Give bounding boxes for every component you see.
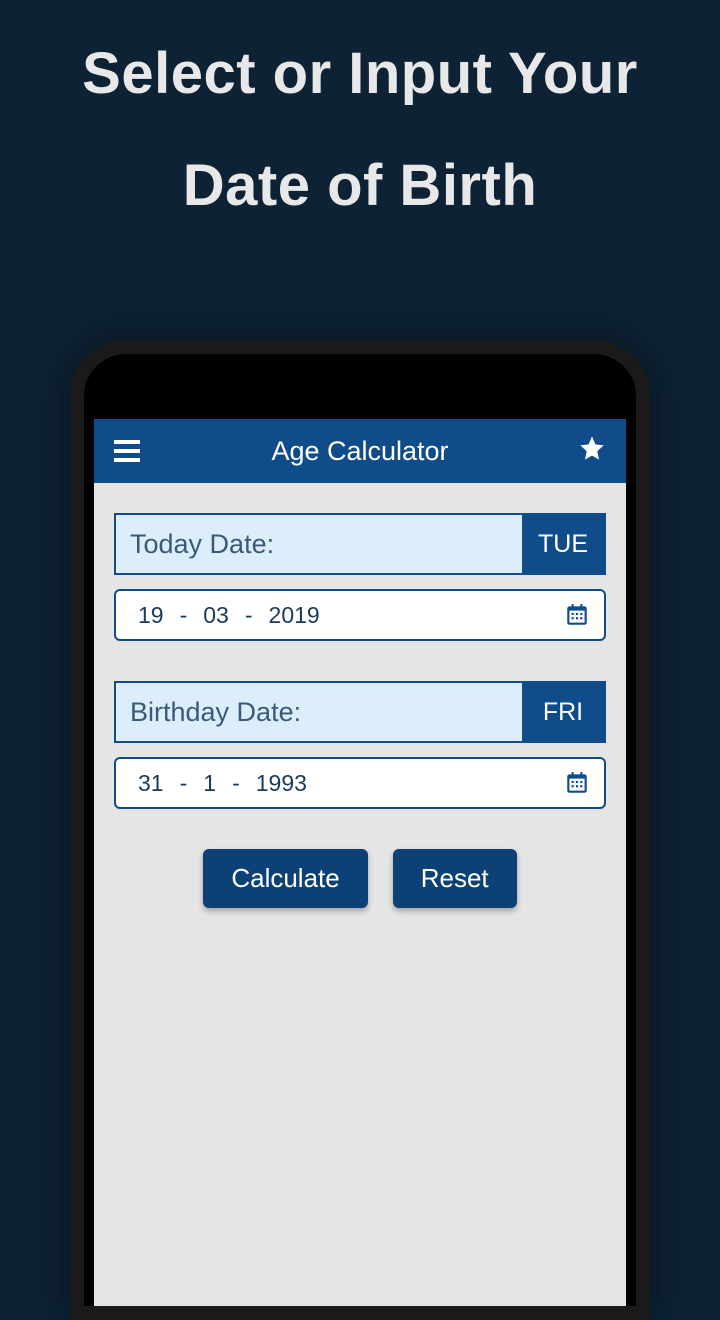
today-label: Today Date: (116, 515, 522, 573)
birthday-label: Birthday Date: (116, 683, 522, 741)
separator: - (237, 602, 261, 629)
birthday-month: 1 (195, 770, 224, 797)
birthday-date-input[interactable]: 31 - 1 - 1993 (114, 757, 606, 809)
headline-line1: Select or Input Your (0, 40, 720, 107)
phone-inner: Age Calculator Today Date: TUE 19 - 03 - (84, 354, 636, 1306)
calculate-button[interactable]: Calculate (203, 849, 367, 908)
today-date-input[interactable]: 19 - 03 - 2019 (114, 589, 606, 641)
content-area: Today Date: TUE 19 - 03 - 2019 (94, 483, 626, 938)
calendar-icon[interactable] (564, 602, 590, 628)
today-section: Today Date: TUE 19 - 03 - 2019 (114, 513, 606, 641)
app-bar: Age Calculator (94, 419, 626, 483)
app-title: Age Calculator (271, 436, 448, 467)
button-row: Calculate Reset (114, 849, 606, 908)
separator: - (172, 770, 196, 797)
headline-line2: Date of Birth (0, 152, 720, 219)
today-day-badge: TUE (522, 515, 604, 573)
separator: - (172, 602, 196, 629)
phone-frame: Age Calculator Today Date: TUE 19 - 03 - (70, 340, 650, 1320)
birthday-label-row: Birthday Date: FRI (114, 681, 606, 743)
reset-button[interactable]: Reset (393, 849, 517, 908)
menu-icon[interactable] (114, 440, 140, 462)
today-label-row: Today Date: TUE (114, 513, 606, 575)
birthday-section: Birthday Date: FRI 31 - 1 - 1993 (114, 681, 606, 809)
separator: - (224, 770, 248, 797)
today-day: 19 (130, 602, 172, 629)
birthday-day: 31 (130, 770, 172, 797)
promo-headline: Select or Input Your Date of Birth (0, 0, 720, 219)
calendar-icon[interactable] (564, 770, 590, 796)
app-screen: Age Calculator Today Date: TUE 19 - 03 - (94, 419, 626, 1306)
today-month: 03 (195, 602, 237, 629)
today-year: 2019 (261, 602, 328, 629)
birthday-year: 1993 (248, 770, 315, 797)
star-icon[interactable] (578, 434, 606, 469)
birthday-day-badge: FRI (522, 683, 604, 741)
